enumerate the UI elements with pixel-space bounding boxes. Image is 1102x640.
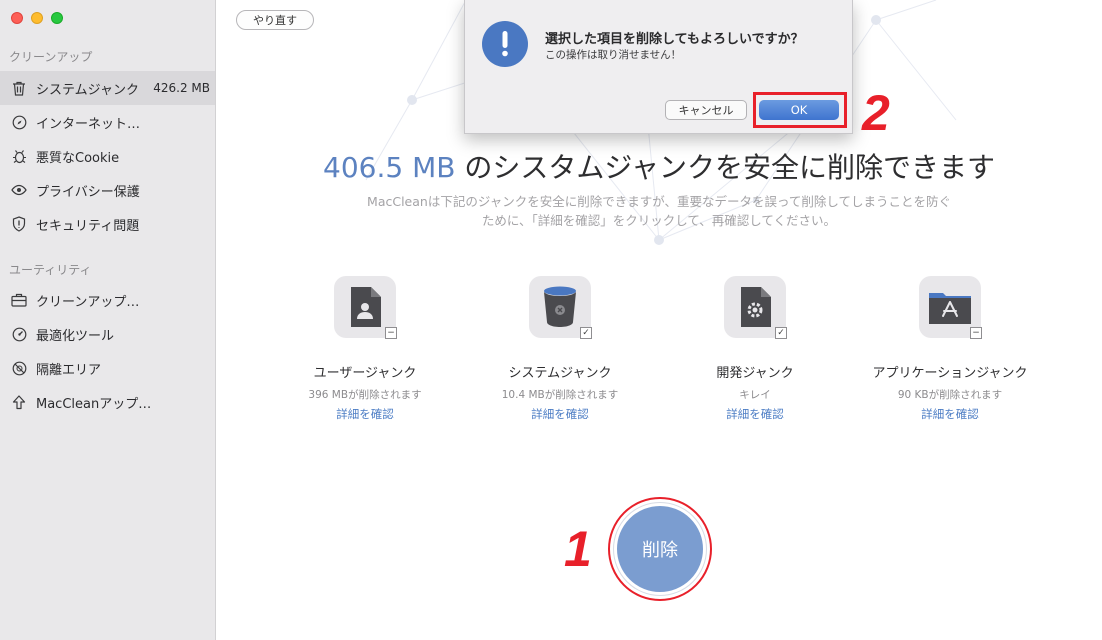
app-window: クリーンアップ システムジャンク 426.2 MB インターネット… 悪質なCo… bbox=[0, 0, 1102, 640]
sidebar-item-label: セキュリティ問題 bbox=[36, 218, 140, 234]
sidebar-item-label: クリーンアップ… bbox=[36, 294, 140, 310]
page-title: 406.5 MB のシスタムジャンクを安全に削除できます bbox=[216, 146, 1102, 186]
zoom-window-button[interactable] bbox=[51, 12, 63, 24]
upload-icon bbox=[10, 393, 28, 411]
dialog-title: 選択した項目を削除してもよろしいですか？ bbox=[545, 32, 804, 47]
briefcase-icon bbox=[10, 291, 28, 309]
minimize-window-button[interactable] bbox=[31, 12, 43, 24]
window-controls bbox=[11, 12, 63, 24]
category-tile[interactable]: − bbox=[334, 276, 397, 339]
bug-icon bbox=[10, 147, 28, 165]
gear-document-icon bbox=[741, 287, 771, 327]
eye-icon bbox=[10, 181, 28, 199]
annotation-step-2: 2 bbox=[862, 85, 890, 141]
category-status: 10.4 MBが削除されます bbox=[501, 389, 619, 401]
category-checkbox[interactable]: − bbox=[970, 327, 982, 339]
sidebar-item-quarantine[interactable]: 隔離エリア bbox=[0, 351, 215, 385]
category-tile[interactable]: ✓ bbox=[724, 276, 787, 339]
sidebar-item-label: MacCleanアップ… bbox=[36, 396, 152, 412]
category-checkbox[interactable]: − bbox=[385, 327, 397, 339]
details-link[interactable]: 詳細を確認 bbox=[660, 406, 850, 422]
sidebar-item-optimizer[interactable]: 最適化ツール bbox=[0, 317, 215, 351]
category-tile[interactable]: − bbox=[919, 276, 982, 339]
details-link[interactable]: 詳細を確認 bbox=[465, 406, 655, 422]
category-status: 90 KBが削除されます bbox=[897, 389, 1003, 401]
delete-button[interactable]: 削除 bbox=[614, 503, 706, 595]
category-name: ユーザージャンク bbox=[313, 366, 417, 381]
quarantine-icon bbox=[10, 359, 28, 377]
trash-icon bbox=[10, 79, 28, 97]
dialog-message: この操作は取り消せません！ bbox=[545, 49, 682, 61]
shield-icon bbox=[10, 215, 28, 233]
app-folder-icon bbox=[929, 293, 971, 324]
details-link[interactable]: 詳細を確認 bbox=[855, 406, 1045, 422]
category-name: アプリケーションジャンク bbox=[872, 366, 1028, 381]
compass-icon bbox=[10, 113, 28, 131]
gauge-icon bbox=[10, 325, 28, 343]
sidebar-item-label: インターネット… bbox=[36, 116, 141, 132]
sidebar-item-privacy[interactable]: プライバシー保護 bbox=[0, 173, 215, 207]
redo-button[interactable]: やり直す bbox=[236, 10, 314, 30]
cancel-button[interactable]: キャンセル bbox=[665, 100, 747, 120]
sidebar: クリーンアップ システムジャンク 426.2 MB インターネット… 悪質なCo… bbox=[0, 0, 216, 640]
sidebar-item-update[interactable]: MacCleanアップ… bbox=[0, 385, 215, 419]
sidebar-item-label: システムジャンク bbox=[36, 82, 139, 98]
sidebar-item-label: 隔離エリア bbox=[36, 362, 102, 378]
sidebar-item-system-junk[interactable]: システムジャンク 426.2 MB bbox=[0, 71, 215, 105]
sidebar-item-label: 悪質なCookie bbox=[36, 150, 120, 166]
category-checkbox[interactable]: ✓ bbox=[775, 327, 787, 339]
category-name: 開発ジャンク bbox=[716, 366, 794, 381]
confirm-delete-dialog: 選択した項目を削除してもよろしいですか？ この操作は取り消せません！ キャンセル… bbox=[464, 0, 853, 134]
sidebar-item-security[interactable]: セキュリティ問題 bbox=[0, 207, 215, 241]
exclamation-icon bbox=[482, 21, 528, 67]
details-link[interactable]: 詳細を確認 bbox=[270, 406, 460, 422]
category-checkbox[interactable]: ✓ bbox=[580, 327, 592, 339]
trash-bin-icon bbox=[544, 286, 576, 327]
close-window-button[interactable] bbox=[11, 12, 23, 24]
category-tile[interactable]: ✓ bbox=[529, 276, 592, 339]
headline-text: のシスタムジャンクを安全に削除できます bbox=[455, 151, 995, 184]
sidebar-item-size: 426.2 MB bbox=[153, 81, 210, 95]
sidebar-item-cookie[interactable]: 悪質なCookie bbox=[0, 139, 215, 173]
junk-amount: 406.5 MB bbox=[323, 151, 456, 184]
sidebar-item-cleanup-tools[interactable]: クリーンアップ… bbox=[0, 283, 215, 317]
category-name: システムジャンク bbox=[508, 366, 612, 381]
category-system-junk: ✓ システムジャンク 10.4 MBが削除されます 詳細を確認 bbox=[465, 276, 655, 422]
category-user-junk: − ユーザージャンク 396 MBが削除されます 詳細を確認 bbox=[270, 276, 460, 422]
category-status: キレイ bbox=[739, 389, 771, 401]
category-dev-junk: ✓ 開発ジャンク キレイ 詳細を確認 bbox=[660, 276, 850, 422]
section-heading-cleanup: クリーンアップ bbox=[9, 50, 93, 64]
category-app-junk: − アプリケーションジャンク 90 KBが削除されます 詳細を確認 bbox=[855, 276, 1045, 422]
description-text: MacCleanは下記のジャンクを安全に削除できますが、重要なデータを誤って削除… bbox=[367, 194, 951, 228]
section-heading-utility: ユーティリティ bbox=[9, 263, 92, 277]
sidebar-item-label: 最適化ツール bbox=[36, 328, 115, 344]
sidebar-item-internet[interactable]: インターネット… bbox=[0, 105, 215, 139]
user-document-icon bbox=[351, 287, 381, 327]
category-status: 396 MBが削除されます bbox=[308, 389, 422, 401]
annotation-step-1: 1 bbox=[564, 521, 592, 577]
ok-button[interactable]: OK bbox=[759, 100, 839, 120]
sidebar-item-label: プライバシー保護 bbox=[36, 184, 140, 200]
